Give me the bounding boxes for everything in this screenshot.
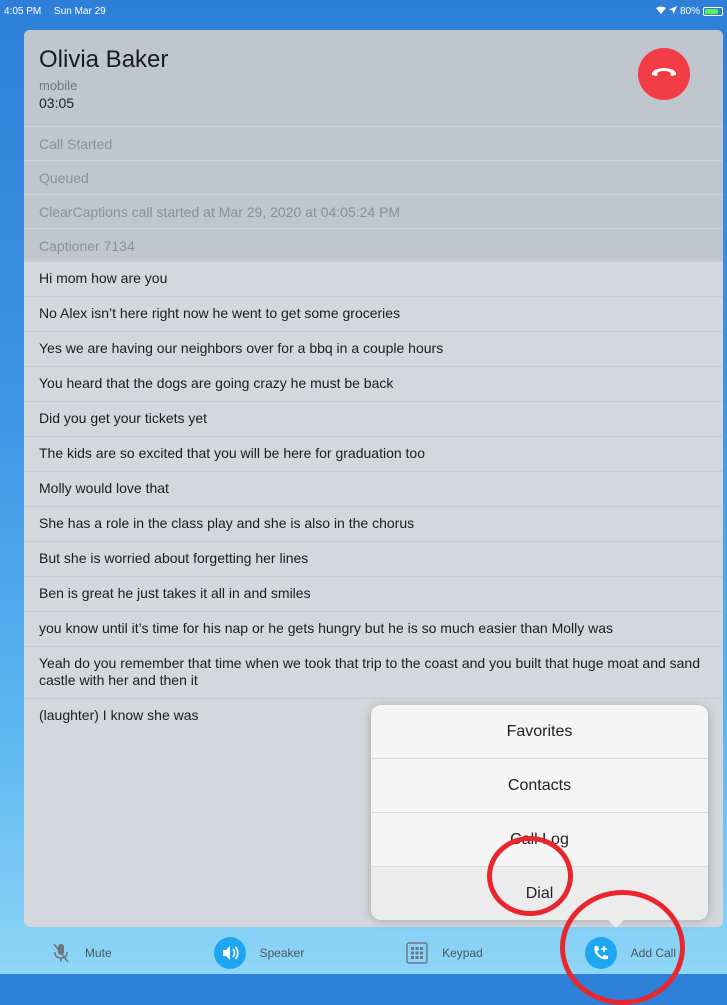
caller-name: Olivia Baker [39,46,169,73]
microphone-off-icon [51,942,71,964]
call-status-list: Call Started Queued ClearCaptions call s… [24,126,723,261]
status-line: Queued [24,160,723,194]
caption-line: you know until it’s time for his nap or … [24,611,723,646]
speaker-label: Speaker [259,945,305,960]
caption-line: No Alex isn’t here right now he went to … [24,296,723,331]
caption-line: Molly would love that [24,471,723,506]
status-line: Captioner 7134 [24,228,723,262]
status-line: Call Started [24,126,723,160]
status-right: 80% [655,5,723,17]
caption-line: She has a role in the class play and she… [24,506,723,541]
status-bar: 4:05 PM Sun Mar 29 80% [0,0,727,22]
keypad-icon [406,941,428,964]
battery-percent: 80% [679,5,700,17]
status-line: ClearCaptions call started at Mar 29, 20… [24,194,723,228]
highlight-circle-add-call [560,890,685,1005]
hangup-button[interactable] [638,48,690,100]
keypad-label: Keypad [442,945,483,960]
highlight-circle-dial [487,836,573,916]
caption-line: Yeah do you remember that time when we t… [24,646,723,698]
phone-hangup-icon [650,65,678,84]
call-header: Olivia Baker mobile 03:05 [24,30,723,126]
battery-fill [705,8,718,14]
location-icon [668,5,677,17]
caption-line: But she is worried about forgetting her … [24,541,723,576]
status-date: Sun Mar 29 [54,5,106,17]
menu-item-favorites[interactable]: Favorites [371,705,708,759]
caption-line: Ben is great he just takes it all in and… [24,576,723,611]
call-timer: 03:05 [39,95,75,111]
status-left: 4:05 PM Sun Mar 29 [4,6,116,17]
caller-phone-type: mobile [39,78,78,93]
caption-line: Hi mom how are you [24,261,723,296]
speaker-icon [213,936,246,969]
battery-icon [703,6,723,16]
mute-label: Mute [84,945,112,960]
caption-line: Did you get your tickets yet [24,401,723,436]
menu-item-contacts[interactable]: Contacts [371,759,708,813]
status-time: 4:05 PM [4,5,42,17]
caption-line: You heard that the dogs are going crazy … [24,366,723,401]
wifi-icon [655,6,666,17]
speaker-button[interactable]: Speaker [213,936,305,969]
caption-transcript: Hi mom how are you No Alex isn’t here ri… [24,261,723,733]
mute-button[interactable]: Mute [51,942,112,964]
caption-line: Yes we are having our neighbors over for… [24,331,723,366]
caption-line: The kids are so excited that you will be… [24,436,723,471]
keypad-button[interactable]: Keypad [406,941,483,964]
